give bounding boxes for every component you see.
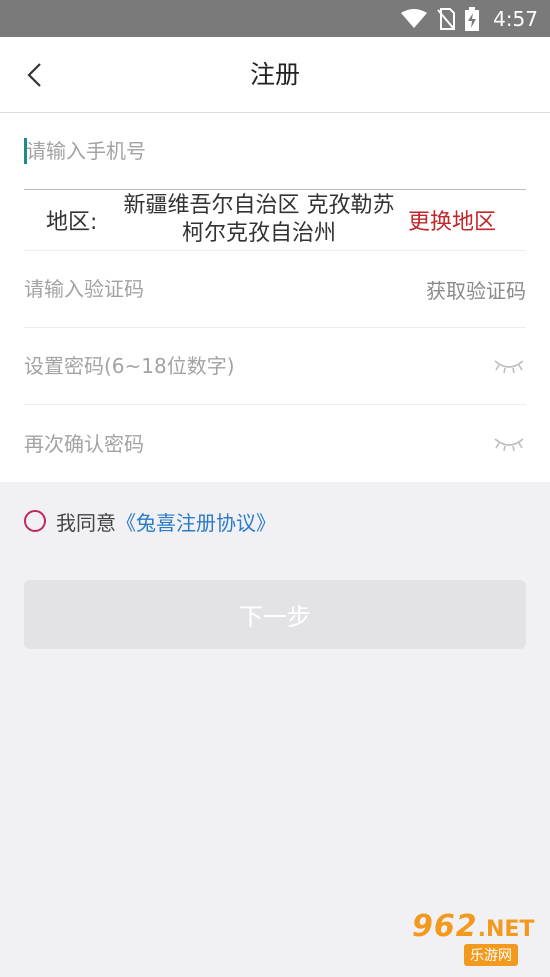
password-input[interactable] <box>24 354 492 378</box>
no-sim-icon <box>437 7 456 30</box>
status-icons: 4:57 <box>401 0 538 37</box>
phone-row <box>24 113 526 190</box>
next-step-button[interactable]: 下一步 <box>24 580 526 649</box>
status-time: 4:57 <box>493 6 538 31</box>
watermark-logo: 962.NET 乐游网 <box>412 909 542 971</box>
region-label: 地区: <box>46 210 98 235</box>
nav-bar: 注册 <box>0 37 550 113</box>
toggle-confirm-visibility[interactable] <box>492 432 526 456</box>
page-title: 注册 <box>249 60 300 89</box>
eye-closed-icon <box>494 437 524 451</box>
confirm-password-row <box>24 405 526 482</box>
battery-charging-icon <box>465 6 480 31</box>
watermark-net: .NET <box>477 917 535 942</box>
change-region-button[interactable]: 更换地区 <box>408 204 496 236</box>
watermark-sub: 乐游网 <box>464 944 518 966</box>
phone-input[interactable] <box>24 139 526 163</box>
get-code-button[interactable]: 获取验证码 <box>426 275 526 304</box>
confirm-password-input[interactable] <box>24 431 492 456</box>
agree-radio[interactable] <box>24 510 46 532</box>
watermark-main: 962 <box>412 909 478 944</box>
verification-code-input[interactable] <box>24 277 426 301</box>
agreement-row: 我同意 《兔喜注册协议》 <box>0 482 550 560</box>
eye-closed-icon <box>494 360 524 374</box>
region-name: 新疆维吾尔自治区 克孜勒苏柯尔克孜自治州 <box>123 193 395 246</box>
back-button[interactable] <box>14 55 54 95</box>
next-wrap: 下一步 <box>0 560 550 649</box>
chevron-left-icon <box>27 63 41 87</box>
wifi-icon <box>401 8 428 28</box>
agreement-link[interactable]: 《兔喜注册协议》 <box>116 507 276 536</box>
text-caret <box>24 138 27 164</box>
password-row <box>24 328 526 405</box>
region-row: 地区: 新疆维吾尔自治区 克孜勒苏柯尔克孜自治州 更换地区 <box>24 190 526 251</box>
toggle-password-visibility[interactable] <box>492 354 526 378</box>
code-row: 获取验证码 <box>24 251 526 328</box>
status-bar: 4:57 <box>0 0 550 37</box>
agree-text: 我同意 <box>56 510 116 535</box>
register-form: 地区: 新疆维吾尔自治区 克孜勒苏柯尔克孜自治州 更换地区 获取验证码 <box>0 113 550 482</box>
